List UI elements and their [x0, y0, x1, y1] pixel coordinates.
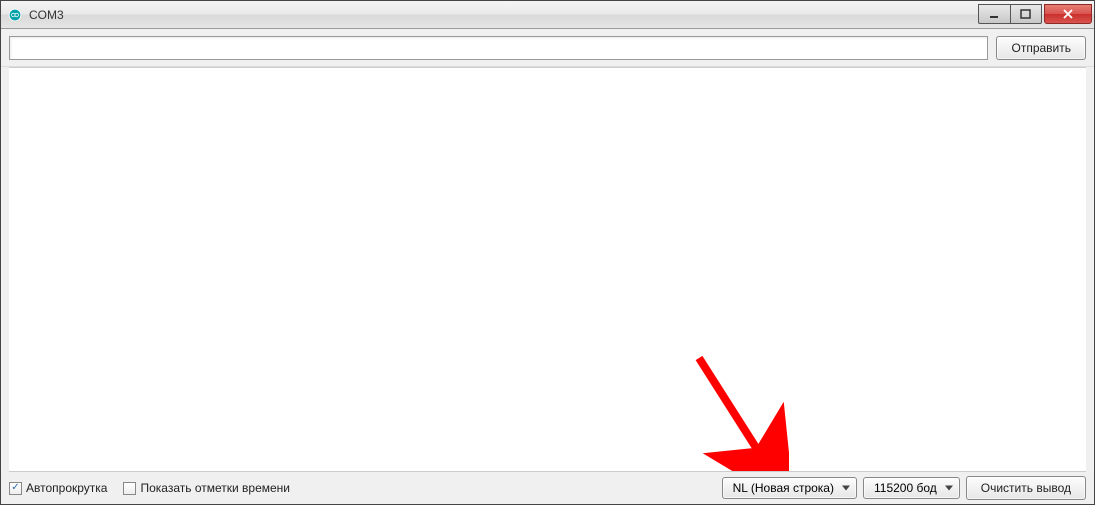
serial-output [9, 67, 1086, 472]
chevron-down-icon [842, 486, 850, 491]
baud-rate-select[interactable]: 115200 бод [863, 477, 960, 499]
timestamp-checkbox[interactable] [123, 482, 136, 495]
minimize-button[interactable] [978, 4, 1010, 24]
close-button[interactable] [1044, 4, 1092, 24]
maximize-button[interactable] [1010, 4, 1042, 24]
autoscroll-checkbox-wrap[interactable]: Автопрокрутка [9, 481, 107, 495]
timestamp-label: Показать отметки времени [140, 481, 290, 495]
window-controls [978, 4, 1092, 24]
line-ending-value: NL (Новая строка) [733, 481, 834, 495]
chevron-down-icon [945, 486, 953, 491]
arduino-icon [7, 7, 23, 23]
baud-rate-value: 115200 бод [874, 481, 937, 495]
send-toolbar: Отправить [1, 29, 1094, 67]
send-button[interactable]: Отправить [996, 36, 1086, 60]
autoscroll-checkbox[interactable] [9, 482, 22, 495]
line-ending-select[interactable]: NL (Новая строка) [722, 477, 857, 499]
window-title: COM3 [29, 8, 978, 22]
titlebar: COM3 [1, 1, 1094, 29]
timestamp-checkbox-wrap[interactable]: Показать отметки времени [123, 481, 290, 495]
autoscroll-label: Автопрокрутка [26, 481, 107, 495]
serial-monitor-window: COM3 Отправить [0, 0, 1095, 505]
statusbar: Автопрокрутка Показать отметки времени N… [1, 472, 1094, 504]
clear-output-button[interactable]: Очистить вывод [966, 476, 1086, 500]
serial-input[interactable] [9, 36, 988, 60]
annotation-arrow [679, 348, 789, 472]
